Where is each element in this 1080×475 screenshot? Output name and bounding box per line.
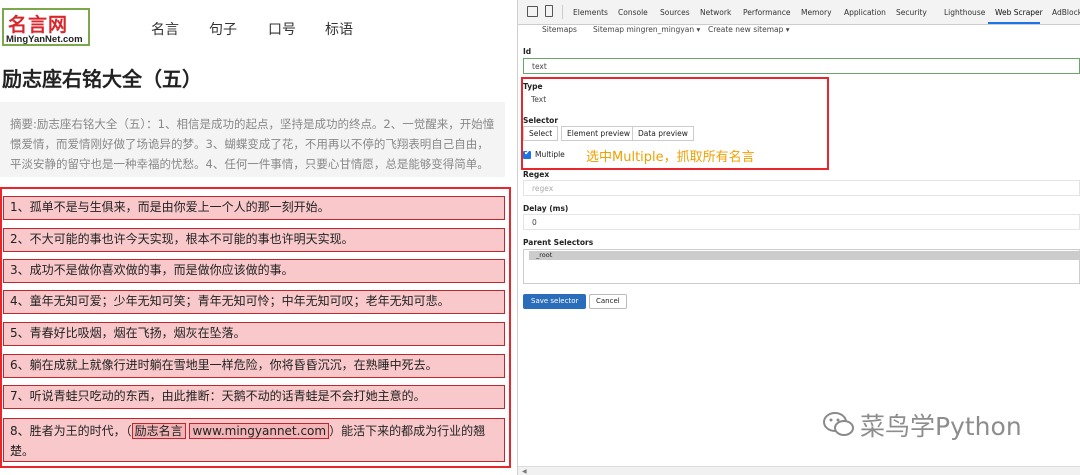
logo-main-text: 名言网 [8,14,69,36]
tab-application[interactable]: Application [844,8,886,17]
tab-network[interactable]: Network [700,8,731,17]
regex-label: Regex [523,170,550,179]
scroll-left-icon[interactable]: ◀ [522,468,527,475]
tab-console[interactable]: Console [618,8,648,17]
id-input[interactable]: text [523,58,1080,74]
nav-item-juzi[interactable]: 句子 [209,19,237,39]
active-tab-indicator [988,22,1040,24]
tab-sources[interactable]: Sources [660,8,690,17]
tab-performance[interactable]: Performance [743,8,791,17]
web-scraper-menu: Sitemaps Sitemap mingren_mingyan ▾ Creat… [518,25,1080,39]
article-summary: 摘要:励志座右铭大全（五）：1、相信是成功的起点，坚持是成功的终点。2、一觉醒来… [0,102,505,177]
quote-item[interactable]: 6、躺在成就上就像行进时躺在雪地里一样危险，你将昏昏沉沉，在熟睡中死去。 [3,354,505,378]
delay-label: Delay (ms) [523,204,569,213]
parent-selectors-label: Parent Selectors [523,238,594,247]
tab-adblock[interactable]: AdBlock [1052,8,1080,17]
devtools-tab-bar: Elements Console Sources Network Perform… [518,0,1080,25]
site-logo[interactable]: 名言网 MingYanNet.com [2,8,90,46]
quote-8-highlight-name: 励志名言 [131,423,186,439]
menu-sitemaps[interactable]: Sitemaps [542,25,577,34]
quote-item[interactable]: 7、听说青蛙只吃动的东西，由此推断：天鹅不动的话青蛙是不会打她主意的。 [3,385,505,409]
tab-lighthouse[interactable]: Lighthouse [944,8,985,17]
horizontal-scrollbar[interactable]: ◀ [518,466,1080,475]
tab-elements[interactable]: Elements [573,8,608,17]
web-page: 名言网 MingYanNet.com 名言 句子 口号 标语 励志座右铭大全（五… [0,0,517,475]
quote-item[interactable]: 1、孤单不是与生俱来，而是由你爱上一个人的那一刻开始。 [3,196,505,220]
tab-memory[interactable]: Memory [801,8,832,17]
quote-item[interactable]: 3、成功不是做你喜欢做的事，而是做你应该做的事。 [3,259,505,283]
menu-create-sitemap[interactable]: Create new sitemap ▾ [708,25,790,34]
quote-8-prefix: 8、胜者为王的时代，（ [10,424,132,438]
menu-current-sitemap[interactable]: Sitemap mingren_mingyan ▾ [593,25,700,34]
quote-item[interactable]: 8、胜者为王的时代，（ 励志名言 www.mingyannet.com ）能活下来的… [3,418,505,462]
devtools-panel: Elements Console Sources Network Perform… [518,0,1080,475]
id-label: Id [523,47,532,56]
article-title: 励志座右铭大全（五） [2,67,202,91]
parent-selector-option[interactable]: _root [529,251,1079,260]
parent-selectors-list[interactable]: _root [523,249,1080,284]
quote-item[interactable]: 2、不大可能的事也许今天实现，根本不可能的事也许明天实现。 [3,228,505,252]
wechat-icon [823,412,854,436]
logo-sub-text: MingYanNet.com [6,34,83,45]
tab-security[interactable]: Security [896,8,927,17]
regex-input[interactable]: regex [523,180,1080,196]
watermark-text: 菜鸟学Python [860,412,1022,441]
nav-item-kouhao[interactable]: 口号 [268,19,296,39]
nav-item-mingyan[interactable]: 名言 [151,19,179,39]
annotation-text: 选中Multiple，抓取所有名言 [586,150,755,165]
tab-web-scraper[interactable]: Web Scraper [995,8,1043,17]
toolbar-divider [562,5,563,19]
quote-item[interactable]: 4、童年无知可爱；少年无知可笑；青年无知可怜；中年无知可叹；老年无知可悲。 [3,290,505,314]
inspect-element-icon[interactable] [527,6,538,17]
delay-input[interactable]: 0 [523,214,1080,230]
quote-8-highlight-url: www.mingyannet.com [189,423,330,439]
save-selector-button[interactable]: Save selector [523,294,587,309]
quote-item[interactable]: 5、青春好比吸烟，烟在飞扬，烟灰在坠落。 [3,322,505,346]
nav-item-biaoyu[interactable]: 标语 [325,19,353,39]
cancel-button[interactable]: Cancel [589,294,627,309]
regex-placeholder: regex [532,184,554,193]
device-toolbar-icon[interactable] [545,5,553,17]
